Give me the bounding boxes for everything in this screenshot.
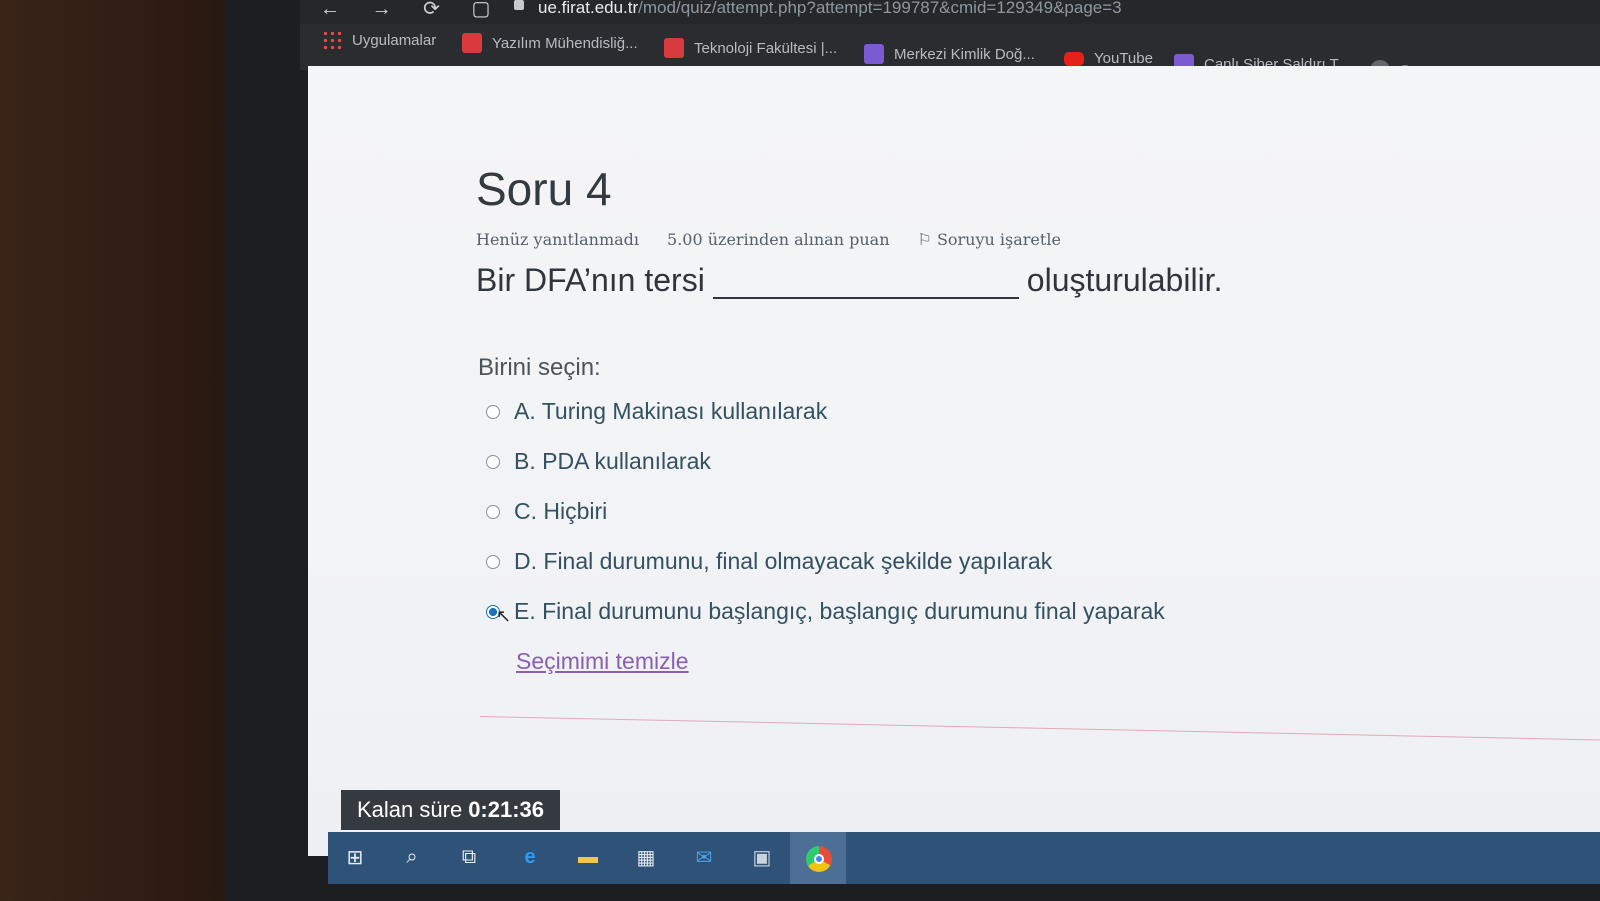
search-icon[interactable]: ⌕ — [400, 846, 424, 868]
edge-icon[interactable]: e — [518, 846, 542, 868]
mouse-cursor-icon: ↖ — [496, 606, 512, 626]
time-remaining: Kalan süre 0:21:36 — [341, 790, 561, 830]
option-d[interactable]: D. Final durumunu, final olmayacak şekil… — [486, 548, 1052, 575]
bookmark-merkezi[interactable]: Merkezi Kimlik Doğ... — [864, 44, 1035, 64]
bookmark-teknoloji[interactable]: Teknoloji Fakültesi |... — [664, 38, 837, 58]
store-icon[interactable]: ▦ — [634, 846, 658, 869]
site-favicon-icon — [664, 38, 684, 58]
question-title: Soru 4 — [476, 163, 612, 215]
radio-button[interactable] — [486, 404, 500, 419]
app-icon[interactable]: ▣ — [750, 846, 774, 869]
option-b[interactable]: B. PDA kullanılarak — [486, 448, 711, 475]
radio-button[interactable] — [486, 504, 500, 519]
browser-nav: ← → ⟳ ▢ — [320, 0, 516, 21]
option-e[interactable]: E. Final durumunu başlangıç, başlangıç d… — [486, 598, 1165, 625]
bookmark-icon[interactable]: ▢ — [471, 0, 490, 20]
site-favicon-icon — [864, 44, 884, 64]
bookmark-youtube[interactable]: YouTube — [1064, 50, 1153, 67]
file-explorer-icon[interactable]: ▬ — [576, 846, 600, 868]
radio-button[interactable] — [486, 554, 500, 569]
choice-prompt: Birini seçin: — [478, 354, 601, 381]
option-c[interactable]: C. Hiçbiri — [486, 498, 607, 525]
clear-choice-link[interactable]: Seçimimi temizle — [516, 648, 689, 675]
reload-icon[interactable]: ⟳ — [423, 0, 440, 20]
back-icon[interactable]: ← — [320, 0, 340, 20]
site-favicon-icon — [462, 33, 482, 53]
bookmark-apps[interactable]: Uygulamalar — [322, 30, 436, 50]
task-view-icon[interactable]: ⧉ — [457, 846, 481, 868]
chrome-icon — [806, 846, 832, 872]
url-text[interactable]: ue.firat.edu.tr/mod/quiz/attempt.php?att… — [538, 0, 1122, 18]
radio-button[interactable] — [486, 454, 500, 469]
youtube-icon — [1064, 51, 1084, 66]
forward-icon[interactable]: → — [372, 0, 392, 20]
apps-grid-icon — [322, 30, 342, 50]
question-text: Bir DFA’nın tersi oluşturulabilir. — [476, 262, 1223, 299]
option-a[interactable]: A. Turing Makinası kullanılarak — [486, 398, 827, 425]
bookmark-yazilim[interactable]: Yazılım Mühendisliğ... — [462, 33, 638, 53]
lock-icon — [514, 0, 524, 10]
answer-blank — [712, 265, 1019, 299]
flag-question-link[interactable]: Soruyu işaretle — [918, 230, 1061, 249]
question-info: Henüz yanıtlanmadı 5.00 üzerinden alınan… — [476, 230, 1061, 249]
question-points: 5.00 üzerinden alınan puan — [667, 230, 890, 249]
windows-start-icon[interactable]: ⊞ — [343, 846, 367, 869]
mail-icon[interactable]: ✉ — [692, 846, 716, 869]
answer-status: Henüz yanıtlanmadı — [476, 230, 640, 249]
